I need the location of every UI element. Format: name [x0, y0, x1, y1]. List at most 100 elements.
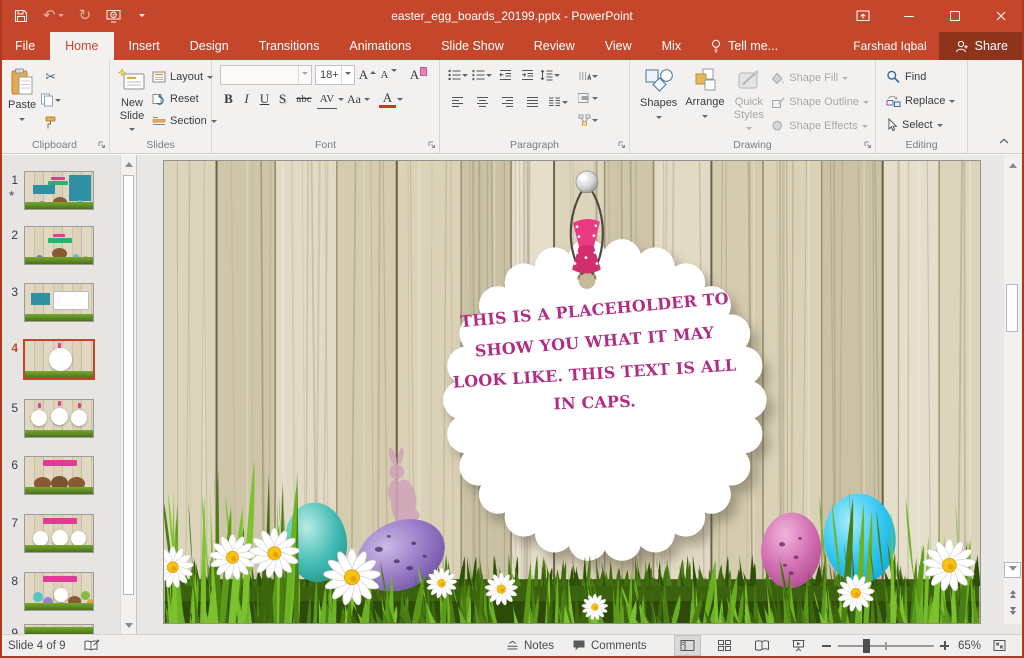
shrink-font-icon[interactable]: A — [379, 65, 397, 85]
font-color-button[interactable]: A — [379, 89, 403, 109]
redo-icon[interactable]: ↻ — [79, 7, 92, 25]
slide-counter[interactable]: Slide 4 of 9 — [8, 635, 66, 656]
tab-design[interactable]: Design — [175, 32, 244, 60]
normal-view-icon[interactable] — [674, 635, 701, 656]
bullets-icon[interactable] — [448, 65, 468, 85]
shapes-button[interactable]: Shapes — [636, 65, 681, 137]
drawing-dialog-launcher-icon[interactable] — [863, 140, 873, 150]
tab-mix[interactable]: Mix — [647, 32, 696, 60]
underline-button[interactable]: U — [256, 89, 273, 109]
thumbnail-scrollbar-thumb[interactable] — [123, 175, 134, 595]
tab-insert[interactable]: Insert — [114, 32, 175, 60]
slide-thumbnail-7[interactable] — [24, 514, 94, 553]
fit-to-window-icon[interactable] — [992, 635, 1007, 656]
copy-icon[interactable] — [40, 90, 61, 110]
placeholder-text-line[interactable]: IN CAPS. — [553, 391, 636, 413]
grow-font-icon[interactable]: A — [358, 65, 376, 85]
ribbon-display-options-button[interactable] — [840, 0, 886, 32]
thumb-scroll-down-icon[interactable] — [121, 617, 137, 634]
cut-icon[interactable]: ✂ — [40, 67, 61, 87]
comments-button[interactable]: Comments — [572, 635, 647, 656]
tell-me-box[interactable]: Tell me... — [696, 32, 792, 60]
font-size-combo[interactable]: 18+ — [315, 65, 355, 85]
maximize-button[interactable] — [932, 0, 978, 32]
increase-indent-icon[interactable] — [518, 65, 536, 85]
decrease-indent-icon[interactable] — [496, 65, 514, 85]
slide-sorter-view-icon[interactable] — [711, 635, 738, 656]
zoom-slider[interactable] — [838, 635, 934, 656]
zoom-out-icon[interactable] — [822, 635, 831, 656]
columns-icon[interactable] — [548, 92, 568, 112]
find-button[interactable]: Find — [884, 66, 963, 88]
clear-formatting-icon[interactable]: A — [406, 65, 427, 85]
select-button[interactable]: Select — [884, 114, 963, 136]
align-left-icon[interactable] — [448, 92, 466, 112]
next-slide-icon[interactable] — [1004, 604, 1021, 620]
tab-review[interactable]: Review — [519, 32, 590, 60]
font-dialog-launcher-icon[interactable] — [427, 140, 437, 150]
slide-vertical-scrollbar[interactable] — [1004, 156, 1021, 624]
justify-icon[interactable] — [523, 92, 541, 112]
slide-thumbnail-1[interactable] — [24, 171, 94, 210]
minimize-button[interactable] — [886, 0, 932, 32]
slide-scrollbar-thumb[interactable] — [1006, 284, 1018, 332]
slide-editor[interactable]: THIS IS A PLACEHOLDER TOSHOW YOU WHAT IT… — [163, 160, 981, 624]
tab-file[interactable]: File — [0, 32, 50, 60]
thumbnail-scrollbar[interactable] — [120, 155, 136, 634]
previous-slide-icon[interactable] — [1004, 584, 1021, 600]
shape-effects-button[interactable]: Shape Effects — [769, 115, 871, 137]
font-name-combo[interactable] — [220, 65, 312, 85]
tab-view[interactable]: View — [590, 32, 647, 60]
new-slide-button[interactable]: New Slide — [114, 65, 150, 137]
undo-icon[interactable]: ↶ — [43, 7, 64, 25]
line-spacing-icon[interactable] — [540, 65, 560, 85]
shape-fill-button[interactable]: Shape Fill — [769, 67, 871, 89]
layout-button[interactable]: Layout — [150, 66, 219, 88]
numbering-icon[interactable] — [472, 65, 492, 85]
slide-thumbnail-2[interactable] — [24, 226, 94, 265]
text-shadow-button[interactable]: S — [274, 89, 291, 109]
start-from-beginning-icon[interactable] — [106, 9, 122, 23]
slide-thumbnail-9[interactable] — [24, 624, 94, 634]
tab-home[interactable]: Home — [50, 32, 113, 60]
align-center-icon[interactable] — [473, 92, 491, 112]
change-case-button[interactable]: Aa — [345, 89, 370, 109]
italic-button[interactable]: I — [238, 89, 255, 109]
collapse-ribbon-icon[interactable] — [998, 137, 1010, 145]
strikethrough-button[interactable]: abc — [292, 89, 316, 109]
section-button[interactable]: Section — [150, 110, 219, 132]
share-button[interactable]: Share — [939, 32, 1024, 60]
character-spacing-button[interactable]: AV — [317, 89, 344, 109]
slide-scroll-up-icon[interactable] — [1004, 156, 1021, 173]
bold-button[interactable]: B — [220, 89, 237, 109]
zoom-level[interactable]: 65% — [958, 635, 981, 656]
quick-styles-button[interactable]: Quick Styles — [728, 65, 769, 137]
save-icon[interactable] — [14, 9, 28, 23]
user-account[interactable]: Farshad Iqbal — [841, 32, 938, 60]
tab-slide-show[interactable]: Slide Show — [426, 32, 519, 60]
notes-button[interactable]: Notes — [506, 635, 554, 656]
slideshow-view-icon[interactable] — [785, 635, 812, 656]
proofing-icon[interactable] — [84, 635, 100, 656]
customize-qat-icon[interactable] — [137, 7, 145, 25]
zoom-in-icon[interactable] — [940, 635, 949, 656]
text-direction-icon[interactable] — [578, 66, 598, 86]
slide-thumbnail-6[interactable] — [24, 456, 94, 495]
slide-scroll-down-icon[interactable] — [1004, 562, 1021, 578]
tab-transitions[interactable]: Transitions — [244, 32, 335, 60]
thumb-scroll-up-icon[interactable] — [121, 155, 137, 172]
slide-thumbnail-8[interactable] — [24, 572, 94, 611]
paragraph-dialog-launcher-icon[interactable] — [617, 140, 627, 150]
tab-animations[interactable]: Animations — [334, 32, 426, 60]
slide-thumbnail-5[interactable] — [24, 399, 94, 438]
arrange-button[interactable]: Arrange — [681, 65, 728, 137]
shape-outline-button[interactable]: Shape Outline — [769, 91, 871, 113]
reset-button[interactable]: Reset — [150, 88, 219, 110]
align-right-icon[interactable] — [498, 92, 516, 112]
slide-thumbnail-4[interactable] — [23, 339, 95, 380]
clipboard-dialog-launcher-icon[interactable] — [97, 140, 107, 150]
align-text-icon[interactable] — [578, 88, 598, 108]
paste-button[interactable]: Paste — [4, 65, 40, 137]
convert-smartart-icon[interactable] — [578, 110, 598, 130]
slide-thumbnail-3[interactable] — [24, 283, 94, 322]
